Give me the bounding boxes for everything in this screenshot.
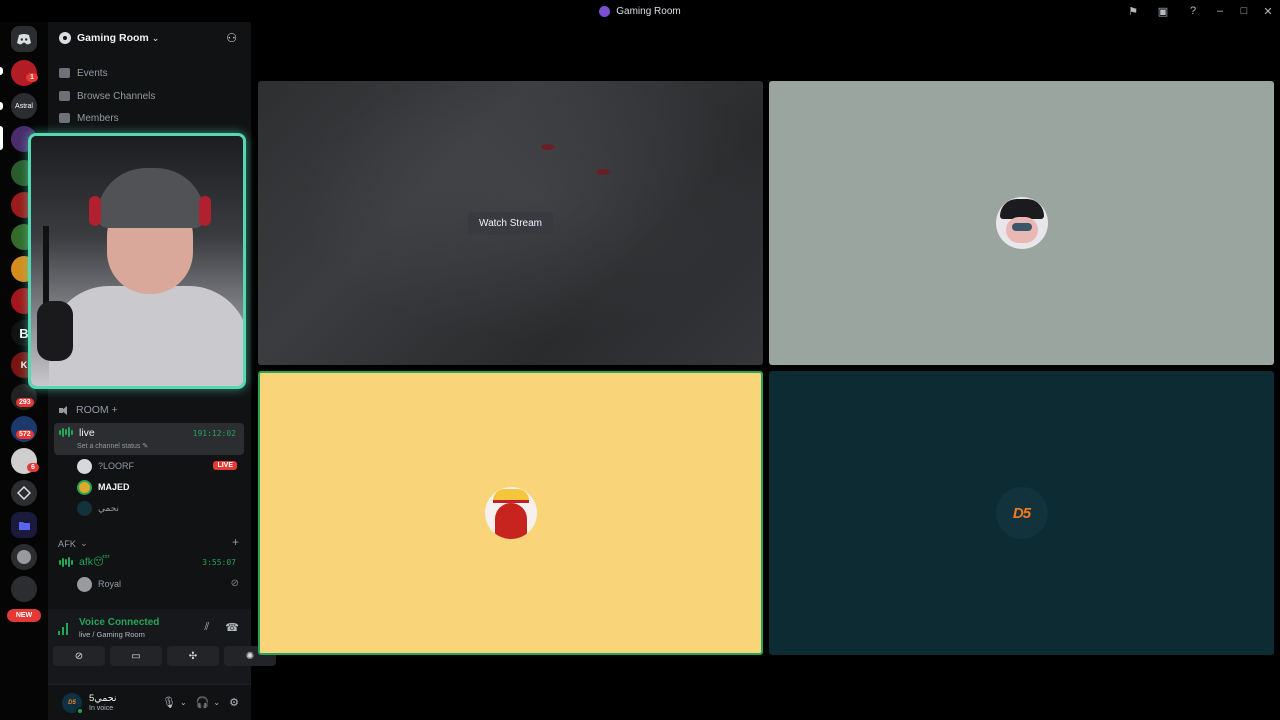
chevron-down-icon[interactable]: ⌄ [213,698,220,707]
voice-user[interactable]: MAJED [77,478,130,496]
voice-activity-icon [59,427,73,437]
flag-icon[interactable]: ⚑ [1118,0,1148,22]
voice-user[interactable]: نحمي [77,499,119,517]
webcam-overlay [28,133,246,389]
online-status-dot [76,706,84,715]
avatar[interactable]: D5 [62,692,84,715]
server-settings-icon [59,32,71,44]
discord-home-icon[interactable] [11,26,37,52]
voice-status[interactable]: Voice Connected live / Gaming Room [58,617,159,639]
voice-buttons: ⊘ ▭ ✣ ✺ [53,646,276,666]
participant-tile[interactable]: D5 [769,371,1274,655]
channel-status[interactable]: Set a channel status ✎ [77,442,148,450]
participant-tile[interactable] [769,81,1274,365]
settings-gear-icon[interactable]: ⚙ [229,696,239,709]
unread-indicator [0,102,3,110]
chevron-down-icon: ⌄ [80,538,88,548]
speaker-icon [59,405,70,415]
calendar-icon [59,68,70,78]
server-name: Gaming Room [77,32,149,44]
avatar [995,197,1048,249]
noise-suppression-icon[interactable]: ⫽ [204,621,209,634]
stream-preview [541,144,555,150]
title-bar: Gaming Room ⚑ ▣ ? – □ ✕ [0,0,1280,22]
share-screen-button[interactable]: ▭ [110,646,162,666]
minimize-button[interactable]: – [1208,0,1232,22]
disconnect-icon[interactable]: ☎ [225,621,239,634]
voice-user[interactable]: Royal [77,575,121,593]
username: نحمي5 [89,693,117,704]
mention-badge: 293 [16,398,34,407]
channel-name: afk😴 [79,556,110,568]
folder-icon[interactable] [11,512,37,538]
help-icon[interactable]: ? [1178,0,1208,22]
nav-members[interactable]: Members [59,108,119,128]
maximize-button[interactable]: □ [1232,0,1256,22]
connection-icon [58,622,71,635]
mention-badge: 1 [26,73,38,82]
avatar [77,458,92,474]
members-icon [59,113,70,123]
user-controls: 🎙 ⌄ 🎧 ⌄ ⚙ [162,696,239,709]
category-afk[interactable]: AFK ⌄ [58,538,88,549]
stream-preview [596,169,610,175]
channel-timer: 191:12:02 [192,429,236,438]
server-icon [599,5,611,17]
voice-channel-path: live / Gaming Room [79,630,145,639]
microphone-icon[interactable]: 🎙 [162,696,176,709]
avatar [77,500,92,516]
titlebar-controls: ⚑ ▣ ? – □ ✕ [1118,0,1280,22]
invite-people-icon[interactable]: ⚇ [226,31,237,45]
unread-indicator [0,67,3,75]
chevron-down-icon[interactable]: ⌄ [180,698,187,707]
mention-badge: 572 [16,430,34,439]
user-panel: D5 نحمي5 In voice 🎙 ⌄ 🎧 ⌄ ⚙ [48,684,251,720]
nav-events[interactable]: Events [59,63,108,83]
voice-connected-title: Voice Connected [79,617,160,628]
new-badge: NEW [7,609,41,622]
create-channel-icon[interactable]: + [232,535,239,549]
selected-indicator [0,126,3,150]
avatar [484,487,537,539]
avatar [77,479,92,495]
server-icon-17[interactable] [11,576,37,602]
channel-live[interactable]: live 191:12:02 Set a channel status ✎ [54,423,244,455]
headphones-icon[interactable]: 🎧 [196,696,210,709]
channel-timer: 3:55:07 [202,558,236,567]
browse-icon [59,91,70,101]
chevron-down-icon: ⌄ [151,32,160,43]
voice-icons: ⫽ ☎ [204,621,239,634]
server-icon-16[interactable] [11,544,37,570]
voice-activity-icon [59,557,73,567]
participant-tile-speaking[interactable] [258,371,763,655]
channel-name: live [79,427,95,439]
server-header[interactable]: Gaming Room ⌄ ⚇ [48,22,251,54]
deafened-icon: ⊘ [230,578,239,589]
live-badge: LIVE [213,461,237,470]
stream-tile[interactable]: Watch Stream [258,81,763,365]
avatar: D5 [995,487,1048,539]
watch-stream-button[interactable]: Watch Stream [468,211,553,235]
voice-user[interactable]: ?LOORF [77,457,134,475]
activities-button[interactable]: ✣ [167,646,219,666]
nav-browse-channels[interactable]: Browse Channels [59,86,155,106]
user-status: In voice [89,705,114,712]
server-icon-14[interactable] [11,480,37,506]
camera-off-button[interactable]: ⊘ [53,646,105,666]
avatar [77,576,92,592]
channel-room-plus[interactable]: ROOM + [54,400,244,420]
window-title: Gaming Room [599,5,681,17]
screen-share-icon[interactable]: ▣ [1148,0,1178,22]
mention-badge: 6 [27,463,39,472]
channel-afk[interactable]: afk😴 3:55:07 [54,552,244,572]
server-astral[interactable]: Astral [11,93,37,119]
close-button[interactable]: ✕ [1256,0,1280,22]
